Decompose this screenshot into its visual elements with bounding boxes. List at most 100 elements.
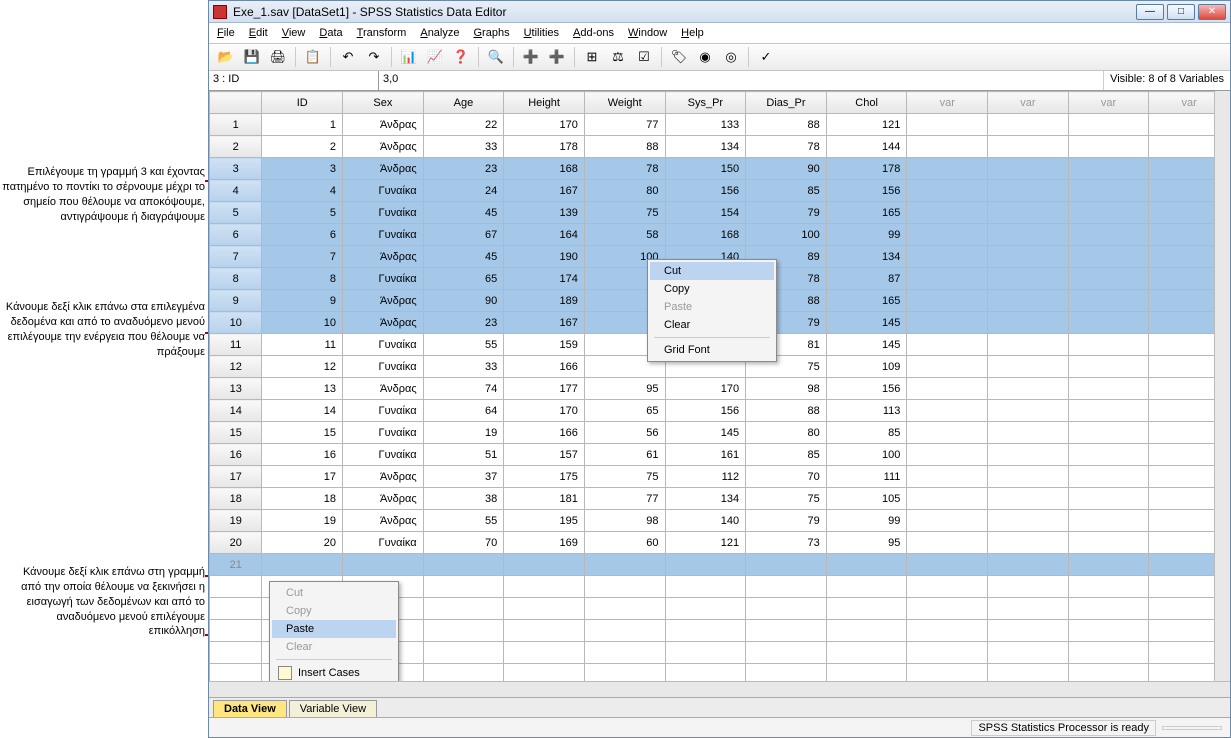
cell[interactable]: 33 [423,356,504,378]
table-row[interactable]: 1313Άνδρας741779517098156 [210,378,1230,400]
table-row[interactable]: 1414Γυναίκα641706515688113 [210,400,1230,422]
cell[interactable]: 140 [665,510,746,532]
cell[interactable]: 134 [665,136,746,158]
cell[interactable]: 154 [665,202,746,224]
menu-item-clear[interactable]: Clear [650,316,774,334]
table-row[interactable]: 44Γυναίκα241678015685156 [210,180,1230,202]
cell[interactable]: 55 [423,510,504,532]
cell[interactable]: 70 [423,532,504,554]
cell[interactable]: 156 [665,180,746,202]
cell[interactable]: 161 [665,444,746,466]
menu-edit[interactable]: Edit [249,27,268,39]
cell[interactable]: 170 [665,378,746,400]
table-row[interactable]: 1919Άνδρας55195981407999 [210,510,1230,532]
cell[interactable]: 58 [584,224,665,246]
titlebar[interactable]: Exe_1.sav [DataSet1] - SPSS Statistics D… [209,1,1230,23]
cell[interactable]: 167 [504,180,585,202]
cell[interactable]: 87 [826,268,907,290]
minimize-button[interactable]: — [1136,4,1164,20]
cell[interactable]: 9 [262,290,343,312]
cell[interactable]: Άνδρας [343,378,424,400]
corner-cell[interactable] [210,92,262,114]
cell[interactable]: 121 [665,532,746,554]
col-header-Sys_Pr[interactable]: Sys_Pr [665,92,746,114]
cell[interactable]: 19 [262,510,343,532]
show-all-icon[interactable]: ◎ [720,46,742,68]
tab-variable-view[interactable]: Variable View [289,700,377,717]
table-row[interactable]: 55Γυναίκα451397515479165 [210,202,1230,224]
goto-var-icon[interactable]: 📈 [424,46,446,68]
cell[interactable]: 73 [746,532,827,554]
cell[interactable]: 3 [262,158,343,180]
cell[interactable]: 95 [584,378,665,400]
cell[interactable]: 67 [423,224,504,246]
cell[interactable]: 79 [746,510,827,532]
cell[interactable]: 195 [504,510,585,532]
table-row[interactable]: 66Γυναίκα671645816810099 [210,224,1230,246]
cell[interactable]: 175 [504,466,585,488]
cell[interactable]: 174 [504,268,585,290]
cell[interactable]: 85 [826,422,907,444]
row-header[interactable]: 14 [210,400,262,422]
cell[interactable]: 145 [826,312,907,334]
cell[interactable]: Γυναίκα [343,356,424,378]
menu-item-insert-cases[interactable]: Insert Cases [272,663,396,681]
cell[interactable]: 167 [504,312,585,334]
goto-case-icon[interactable]: 📊 [398,46,420,68]
menu-addons[interactable]: Add-ons [573,27,614,39]
cell[interactable]: Γυναίκα [343,268,424,290]
cell[interactable]: 20 [262,532,343,554]
menu-item-copy[interactable]: Copy [650,280,774,298]
cell[interactable]: 19 [423,422,504,444]
close-button[interactable]: ✕ [1198,4,1226,20]
menu-utilities[interactable]: Utilities [524,27,559,39]
select-icon[interactable]: ☑ [633,46,655,68]
table-row[interactable]: 1616Γυναίκα511576116185100 [210,444,1230,466]
cell[interactable]: 33 [423,136,504,158]
row-header[interactable]: 1 [210,114,262,136]
cell[interactable]: 139 [504,202,585,224]
cell[interactable]: 56 [584,422,665,444]
cell[interactable]: 55 [423,334,504,356]
cell[interactable]: 111 [826,466,907,488]
save-icon[interactable]: 💾 [241,46,263,68]
row-header[interactable]: 20 [210,532,262,554]
data-grid[interactable]: IDSexAgeHeightWeightSys_PrDias_PrCholvar… [209,91,1230,681]
cell[interactable]: 51 [423,444,504,466]
row-header[interactable]: 12 [210,356,262,378]
spell-icon[interactable]: ✓ [755,46,777,68]
cell[interactable]: 170 [504,114,585,136]
cell[interactable]: 164 [504,224,585,246]
cell[interactable]: 109 [826,356,907,378]
cell[interactable]: 65 [584,400,665,422]
cell[interactable]: Γυναίκα [343,224,424,246]
cell[interactable]: 18 [262,488,343,510]
cell[interactable]: 181 [504,488,585,510]
row-header[interactable]: 3 [210,158,262,180]
cell[interactable]: 166 [504,356,585,378]
cell[interactable]: 6 [262,224,343,246]
cell[interactable]: 16 [262,444,343,466]
cell[interactable]: Άνδρας [343,312,424,334]
cell[interactable]: 168 [504,158,585,180]
cell[interactable]: 60 [584,532,665,554]
cell[interactable]: 8 [262,268,343,290]
open-icon[interactable]: 📂 [215,46,237,68]
cell[interactable]: 11 [262,334,343,356]
row-header[interactable]: 6 [210,224,262,246]
use-sets-icon[interactable]: ◉ [694,46,716,68]
cell[interactable]: 105 [826,488,907,510]
table-row[interactable]: 33Άνδρας231687815090178 [210,158,1230,180]
cell[interactable]: 77 [584,488,665,510]
cell[interactable]: 98 [746,378,827,400]
vertical-scrollbar[interactable] [1214,91,1230,681]
col-header-Age[interactable]: Age [423,92,504,114]
cell[interactable]: 112 [665,466,746,488]
row-header[interactable]: 4 [210,180,262,202]
cell[interactable]: 45 [423,202,504,224]
cell[interactable]: 99 [826,510,907,532]
undo-icon[interactable]: ↶ [337,46,359,68]
col-header-Sex[interactable]: Sex [343,92,424,114]
cell[interactable]: 17 [262,466,343,488]
cell[interactable]: 100 [826,444,907,466]
